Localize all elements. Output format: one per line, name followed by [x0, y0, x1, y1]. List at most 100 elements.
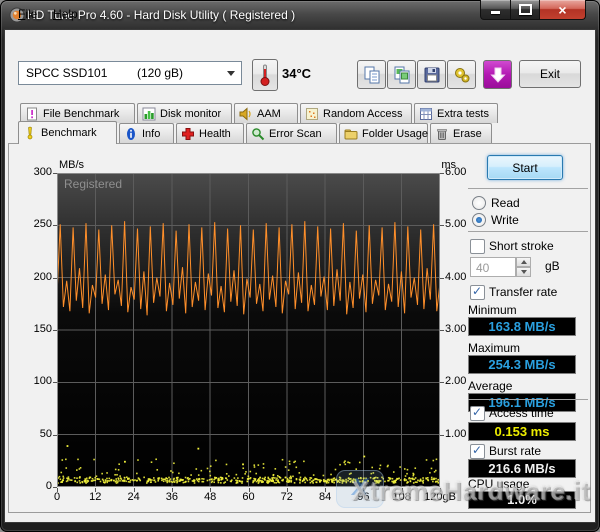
tab-label: Health — [199, 128, 231, 140]
menu-file[interactable]: File — [13, 5, 42, 23]
menu-bar — [5, 30, 595, 54]
chart-canvas — [57, 173, 440, 487]
minimum-value: 163.8 MB/s — [468, 317, 576, 336]
tab-label: Info — [142, 128, 160, 140]
menu-help[interactable]: Help — [48, 5, 83, 23]
file-benchmark-icon — [25, 107, 39, 121]
chevron-down-icon — [521, 270, 527, 274]
short-stroke-checkbox[interactable] — [470, 239, 485, 254]
write-radio[interactable] — [472, 213, 486, 227]
axis-tick — [53, 330, 57, 331]
burst-rate-value: 216.6 MB/s — [468, 459, 576, 478]
y-right-tick-label: 2.00 — [445, 375, 466, 387]
axis-tick — [440, 173, 444, 174]
tab-health[interactable]: Health — [176, 123, 244, 143]
separator — [468, 399, 588, 400]
short-stroke-stepper[interactable] — [516, 257, 531, 277]
thermometer-icon — [259, 63, 271, 87]
tab-random-access[interactable]: Random Access — [300, 103, 412, 123]
minimize-icon — [491, 11, 500, 14]
random-access-icon — [305, 107, 319, 121]
download-arrow-icon — [489, 66, 507, 84]
y-left-tick-label: 250 — [18, 218, 52, 230]
burst-rate-label: Burst rate — [489, 444, 541, 458]
tab-disk-monitor[interactable]: Disk monitor — [137, 103, 232, 123]
average-label: Average — [468, 379, 512, 393]
access-time-value: 0.153 ms — [468, 422, 576, 441]
read-radio[interactable] — [472, 196, 486, 210]
update-button[interactable] — [483, 60, 512, 89]
axis-tick — [53, 278, 57, 279]
y-left-tick-label: 50 — [18, 428, 52, 440]
minimize-button[interactable] — [480, 0, 511, 20]
folder-icon — [344, 127, 358, 141]
axis-tick — [210, 488, 211, 492]
separator — [468, 231, 588, 232]
temperature-button[interactable] — [252, 59, 278, 91]
tab-file-benchmark[interactable]: File Benchmark — [20, 103, 135, 123]
tab-benchmark[interactable]: Benchmark — [18, 121, 117, 144]
maximize-button[interactable] — [511, 0, 539, 20]
chevron-up-icon — [521, 260, 527, 264]
stepper-up-button[interactable] — [516, 257, 531, 267]
axis-tick — [53, 435, 57, 436]
tab-folder-usage[interactable]: Folder Usage — [339, 123, 428, 143]
axis-tick — [53, 173, 57, 174]
y-right-tick-label: 5.00 — [445, 218, 466, 230]
axis-tick — [440, 382, 444, 383]
transfer-rate-checkbox[interactable] — [470, 285, 485, 300]
axis-tick — [440, 225, 444, 226]
axis-tick — [287, 488, 288, 492]
maximum-value: 254.3 MB/s — [468, 355, 576, 374]
temperature-value: 34°C — [282, 66, 311, 81]
tab-label: Error Scan — [269, 128, 322, 140]
benchmark-icon — [23, 126, 37, 140]
axis-tick — [440, 278, 444, 279]
close-button[interactable]: × — [539, 0, 586, 20]
tab-label: File Benchmark — [43, 108, 119, 120]
tab-info[interactable]: Info — [119, 123, 174, 143]
y-right-tick-label: 6.00 — [445, 166, 466, 178]
y-right-tick-label: 4.00 — [445, 271, 466, 283]
tab-label: AAM — [257, 108, 281, 120]
exit-button[interactable]: Exit — [519, 60, 581, 88]
axis-tick — [57, 488, 58, 492]
start-button[interactable]: Start — [487, 155, 563, 180]
burst-rate-checkbox[interactable] — [470, 444, 485, 459]
axis-tick — [53, 382, 57, 383]
caption-buttons: × — [480, 0, 586, 20]
write-label: Write — [491, 213, 519, 227]
tab-label: Erase — [453, 128, 482, 140]
drive-select-dropdown[interactable]: SPCC SSD101 (120 gB) — [18, 61, 242, 85]
close-icon: × — [558, 2, 566, 18]
tab-error-scan[interactable]: Error Scan — [246, 123, 337, 143]
disk-monitor-icon — [142, 107, 156, 121]
tab-label: Disk monitor — [160, 108, 221, 120]
copy-report-icon — [362, 65, 382, 85]
axis-tick — [53, 225, 57, 226]
tab-label: Extra tests — [437, 108, 489, 120]
tab-erase[interactable]: Erase — [430, 123, 492, 143]
tab-extra-tests[interactable]: Extra tests — [414, 103, 498, 123]
short-stroke-size-input[interactable]: 40 — [470, 257, 516, 277]
drive-size: (120 gB) — [137, 66, 183, 80]
options-button[interactable] — [447, 60, 476, 89]
read-label: Read — [491, 196, 520, 210]
stepper-down-button[interactable] — [516, 267, 531, 277]
save-button[interactable] — [417, 60, 446, 89]
tab-aam[interactable]: AAM — [234, 103, 298, 123]
stroke-unit-label: gB — [545, 259, 560, 273]
y-right-tick-label: 1.00 — [445, 428, 466, 440]
copy-screenshot-button[interactable] — [387, 60, 416, 89]
axis-tick — [363, 488, 364, 492]
maximize-icon — [519, 4, 532, 15]
copy-screenshot-icon — [392, 65, 412, 85]
drive-name: SPCC SSD101 — [26, 66, 107, 80]
axis-tick — [440, 330, 444, 331]
gear-icon — [452, 65, 472, 85]
copy-report-button[interactable] — [357, 60, 386, 89]
tab-label: Folder Usage — [362, 128, 428, 140]
magnifier-icon — [251, 127, 265, 141]
access-time-checkbox[interactable] — [470, 406, 485, 421]
trash-icon — [435, 127, 449, 141]
